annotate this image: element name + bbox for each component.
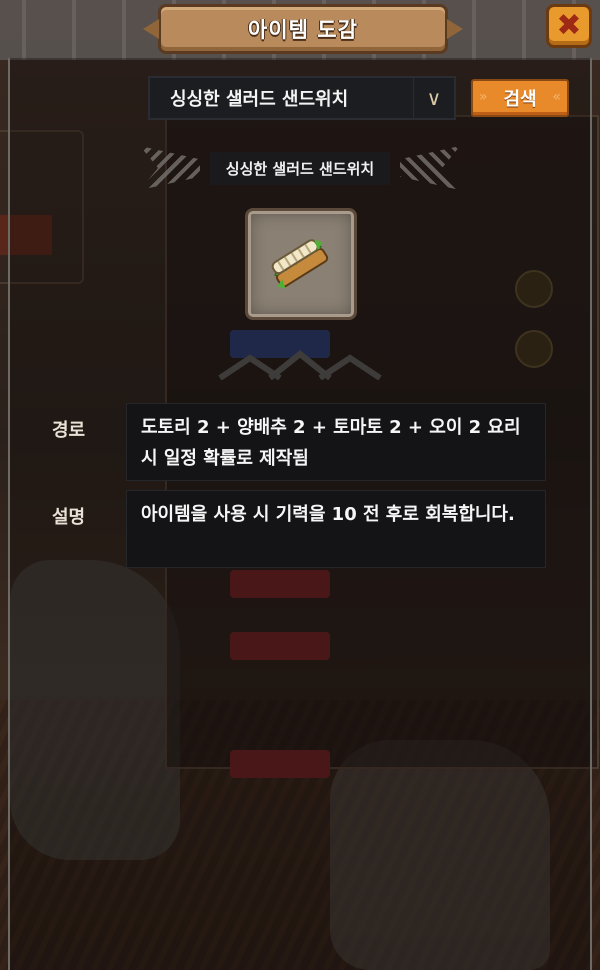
page-title: 아이템 도감 [248, 18, 358, 42]
item-select-value: 싱싱한 샐러드 샌드위치 [170, 89, 349, 110]
search-button[interactable]: » 검색 « [471, 79, 569, 117]
sandwich-icon [271, 239, 329, 289]
decoration-icon: » [479, 89, 488, 105]
item-select-dropdown[interactable]: 싱싱한 샐러드 샌드위치 ∨ [148, 76, 456, 120]
search-button-label: 검색 [503, 89, 537, 110]
chevron-down-icon[interactable]: ∨ [413, 78, 454, 118]
decoration-icon: « [552, 89, 561, 105]
ribbon-ornament [400, 146, 460, 190]
description-text: 아이템을 사용 시 기력을 10 전 후로 회복합니다. [126, 490, 546, 568]
item-icon-slot [245, 208, 357, 320]
item-name-ribbon: 싱싱한 샐러드 샌드위치 [140, 146, 460, 190]
item-name: 싱싱한 샐러드 샌드위치 [209, 151, 391, 185]
route-label: 경로 [52, 420, 86, 441]
close-x-icon: ✖ [556, 8, 582, 43]
divider-ornament [218, 350, 382, 380]
ribbon-ornament [140, 146, 200, 190]
route-text: 도토리 2 + 양배추 2 + 토마토 2 + 오이 2 요리 시 일정 확률로… [126, 403, 546, 481]
description-label: 설명 [52, 507, 86, 528]
close-button[interactable]: ✖ [546, 4, 592, 48]
title-banner: 아이템 도감 [143, 4, 463, 54]
